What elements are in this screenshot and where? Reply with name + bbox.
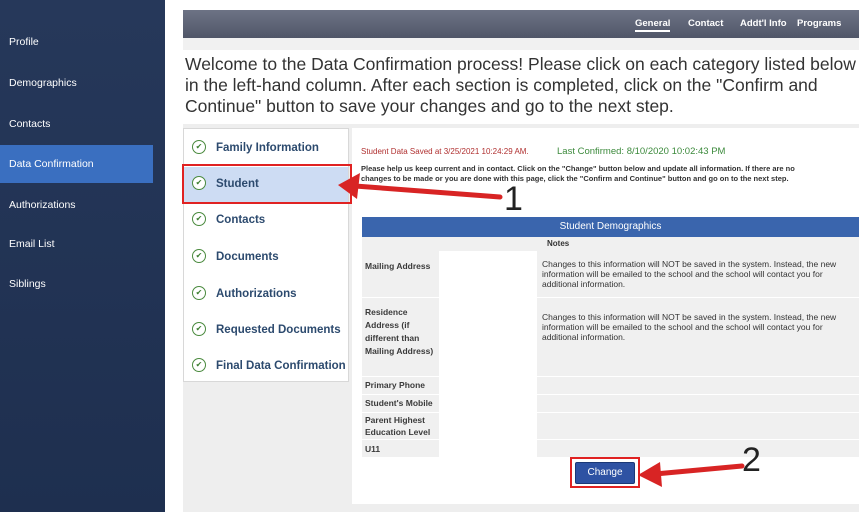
annotation-number-1: 1	[504, 180, 523, 218]
annotation-number-2: 2	[742, 441, 761, 479]
arrow-1-icon	[338, 173, 503, 200]
annotation-arrows	[338, 173, 745, 487]
arrow-2-icon	[638, 462, 745, 487]
